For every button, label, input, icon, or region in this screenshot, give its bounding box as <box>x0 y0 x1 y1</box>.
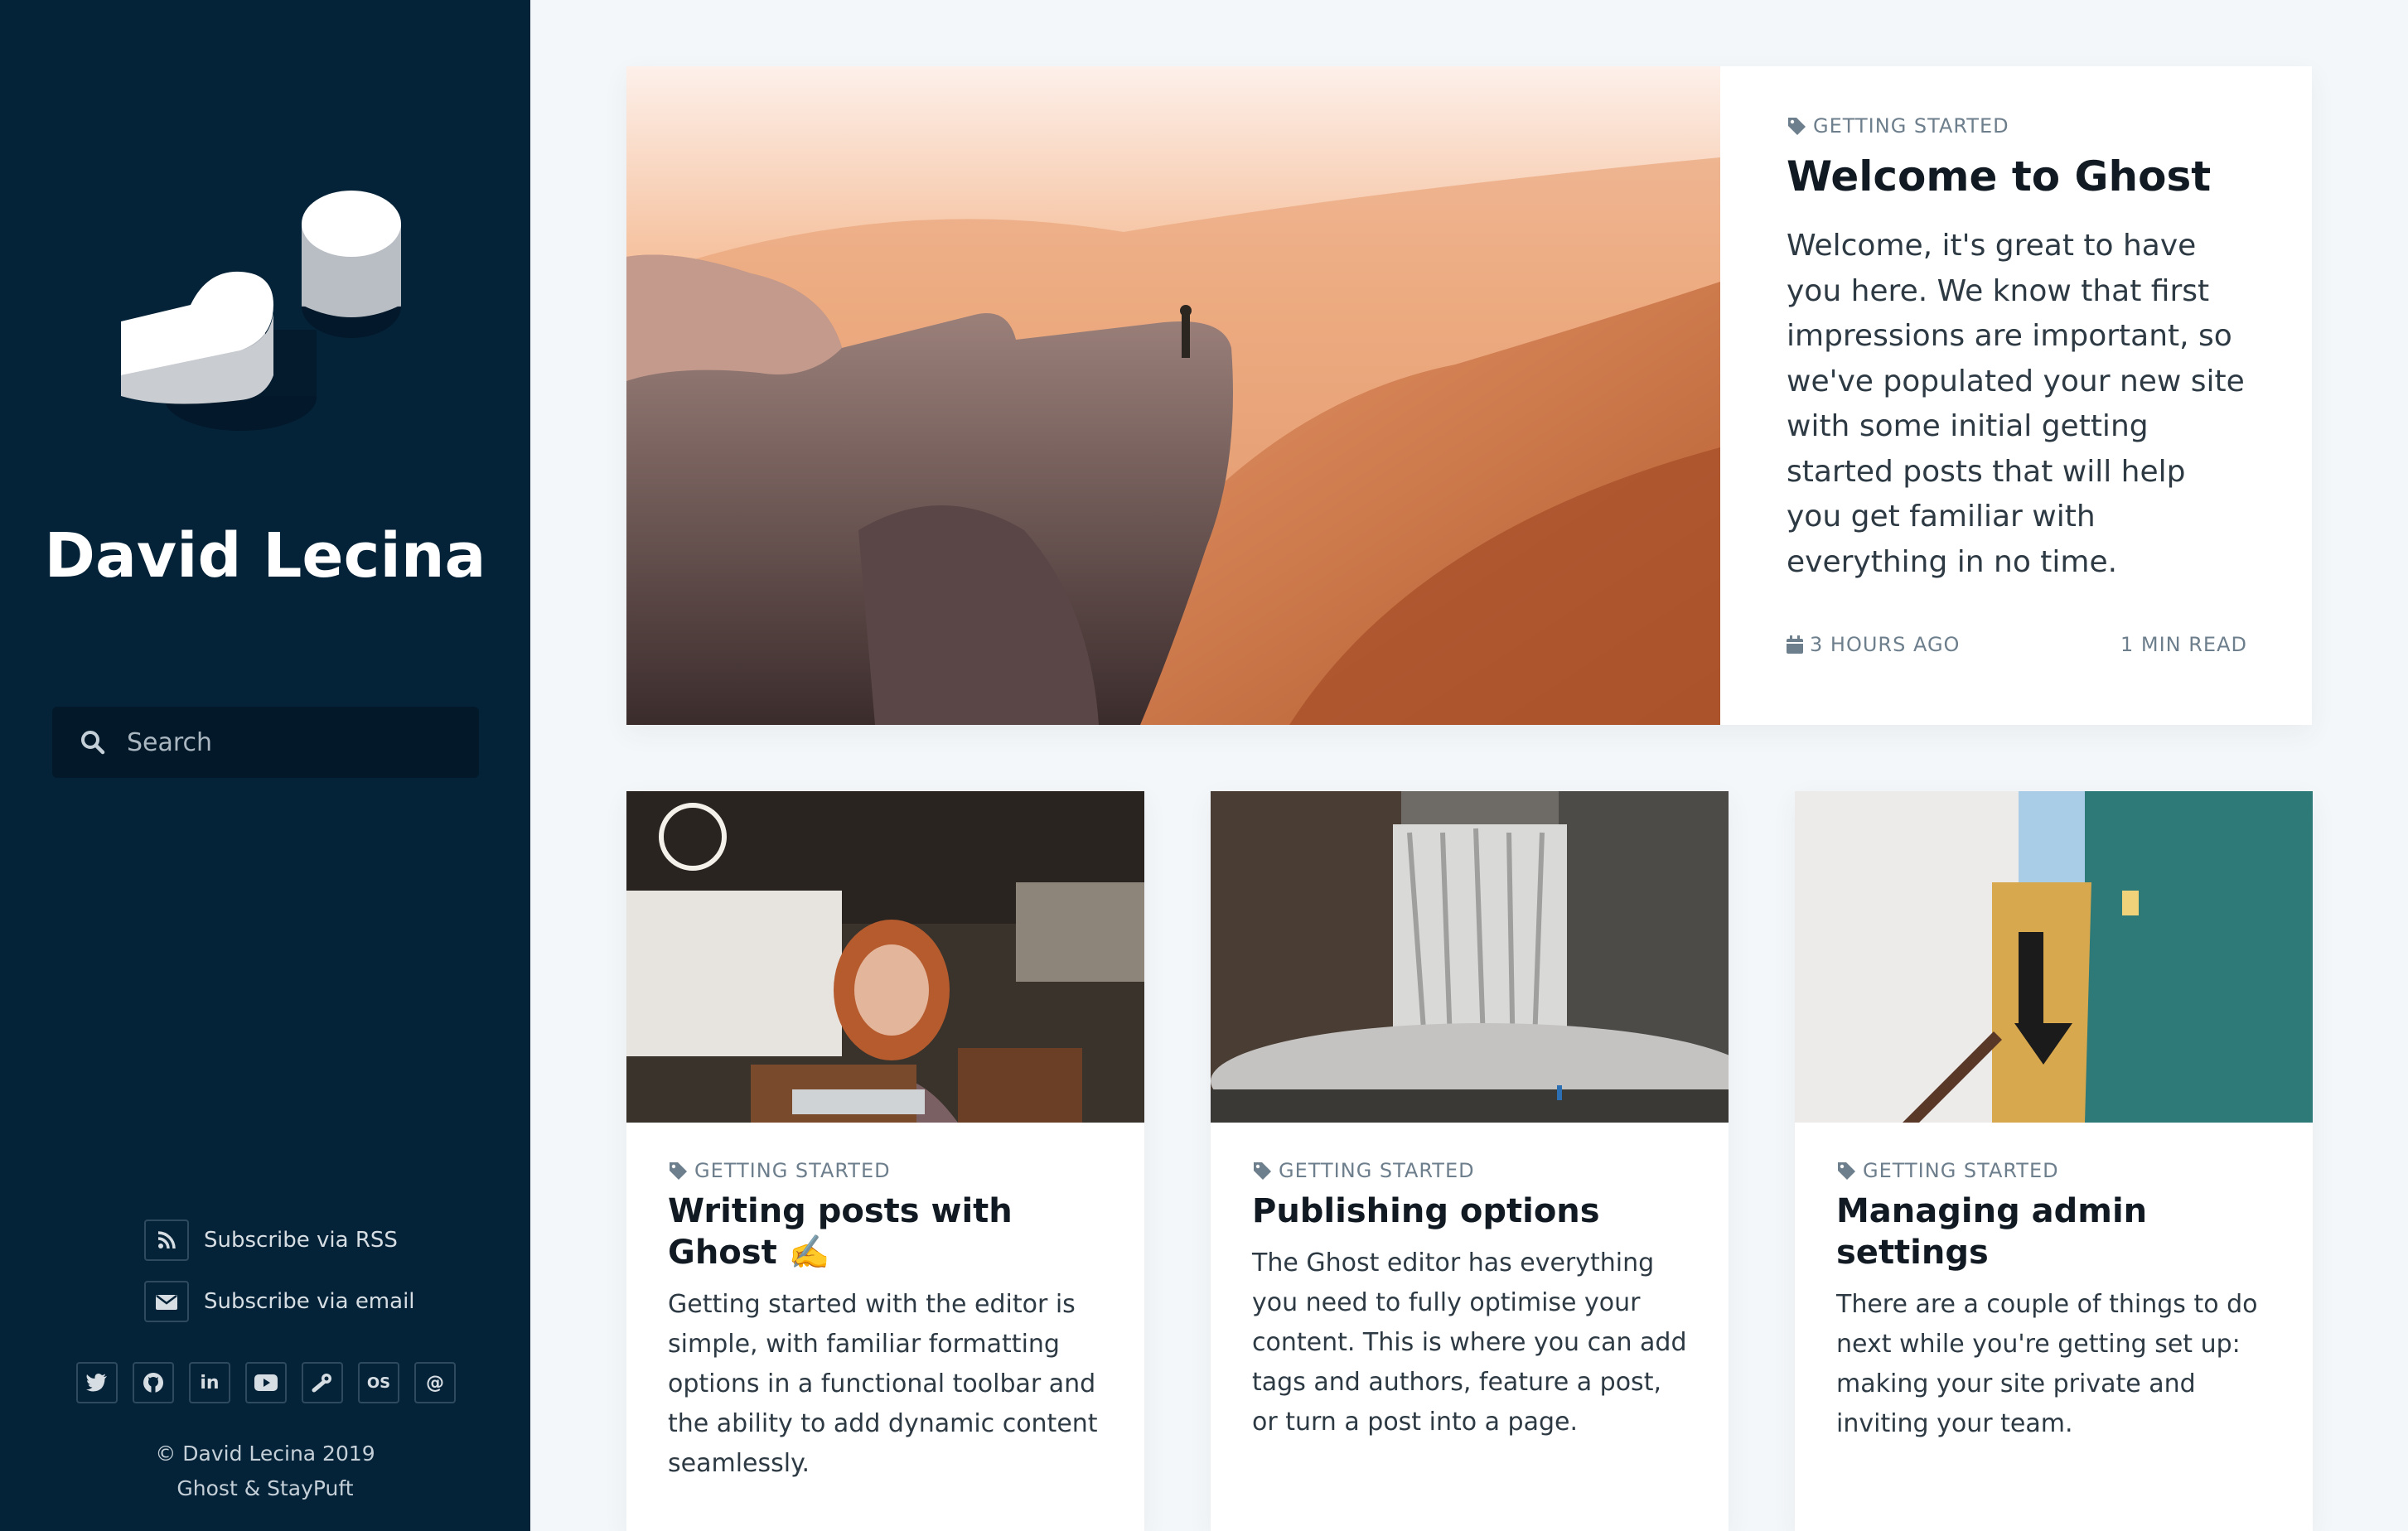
post-card-title[interactable]: Managing admin settings <box>1836 1191 2271 1273</box>
rss-icon <box>144 1219 189 1261</box>
youtube-link[interactable] <box>245 1362 287 1403</box>
twitter-icon <box>86 1374 107 1392</box>
post-card-image[interactable] <box>1795 791 2313 1123</box>
featured-post-title[interactable]: Welcome to Ghost <box>1787 152 2246 200</box>
subscribe-email-link[interactable]: Subscribe via email <box>144 1281 415 1322</box>
steam-icon <box>312 1374 331 1393</box>
tag-icon <box>1838 1162 1855 1180</box>
github-link[interactable] <box>133 1362 174 1403</box>
post-tag[interactable]: GETTING STARTED <box>1836 1159 2271 1182</box>
search-icon <box>81 731 105 755</box>
post-tag-label: GETTING STARTED <box>1813 114 2009 138</box>
search-input[interactable] <box>127 707 479 778</box>
footer-copyright: © David Lecina 2019 <box>155 1442 375 1466</box>
post-tag[interactable]: GETTING STARTED <box>1252 1159 1687 1182</box>
lastfm-link[interactable]: OS <box>358 1362 399 1403</box>
at-icon: @ <box>426 1372 444 1393</box>
lastfm-icon: OS <box>366 1374 391 1392</box>
post-tag[interactable]: GETTING STARTED <box>668 1159 1103 1182</box>
post-card-excerpt: Getting started with the editor is simpl… <box>668 1290 1098 1478</box>
youtube-icon <box>254 1374 278 1391</box>
featured-post-excerpt: Welcome, it's great to have you here. We… <box>1787 229 2245 579</box>
post-tag-label: GETTING STARTED <box>694 1159 891 1182</box>
post-card-excerpt: The Ghost editor has everything you need… <box>1252 1248 1687 1437</box>
tag-icon <box>1254 1162 1271 1180</box>
featured-post-image[interactable] <box>626 66 1720 725</box>
github-icon <box>143 1373 163 1393</box>
email-icon <box>144 1281 189 1322</box>
tag-icon <box>670 1162 687 1180</box>
search-box[interactable] <box>52 707 479 778</box>
email-at-link[interactable]: @ <box>414 1362 456 1403</box>
post-read-time: 1 MIN READ <box>2120 633 2247 656</box>
featured-post-meta: 3 HOURS AGO 1 MIN READ <box>1787 633 2247 656</box>
post-tag-label: GETTING STARTED <box>1279 1159 1475 1182</box>
twitter-link[interactable] <box>76 1362 118 1403</box>
post-tag[interactable]: GETTING STARTED <box>1787 114 2246 138</box>
tag-icon <box>1788 118 1806 135</box>
site-title[interactable]: David Lecina <box>0 520 530 592</box>
site-logo[interactable] <box>116 181 414 462</box>
post-card[interactable]: GETTING STARTED Managing admin settings … <box>1795 791 2313 1531</box>
post-card-image[interactable] <box>1211 791 1729 1123</box>
social-links: in OS @ <box>76 1362 456 1403</box>
featured-post-card[interactable]: GETTING STARTED Welcome to Ghost Welcome… <box>626 66 2312 725</box>
calendar-icon <box>1787 635 1803 654</box>
post-card-excerpt: There are a couple of things to do next … <box>1836 1290 2258 1438</box>
post-card[interactable]: GETTING STARTED Publishing options The G… <box>1211 791 1729 1531</box>
sidebar: David Lecina Subscribe via RSS Subscribe… <box>0 0 530 1531</box>
post-date: 3 HOURS AGO <box>1810 633 1961 656</box>
linkedin-link[interactable]: in <box>189 1362 230 1403</box>
subscribe-rss-link[interactable]: Subscribe via RSS <box>144 1219 398 1261</box>
featured-post-content: GETTING STARTED Welcome to Ghost Welcome… <box>1720 66 2312 725</box>
steam-link[interactable] <box>302 1362 343 1403</box>
footer-credit[interactable]: Ghost & StayPuft <box>0 1476 530 1500</box>
subscribe-rss-label: Subscribe via RSS <box>204 1228 398 1253</box>
post-card-image[interactable] <box>626 791 1144 1123</box>
post-card-title[interactable]: Publishing options <box>1252 1191 1687 1232</box>
post-tag-label: GETTING STARTED <box>1863 1159 2059 1182</box>
subscribe-email-label: Subscribe via email <box>204 1289 415 1314</box>
post-card[interactable]: GETTING STARTED Writing posts with Ghost… <box>626 791 1144 1531</box>
post-card-title[interactable]: Writing posts with Ghost ✍️ <box>668 1191 1103 1273</box>
linkedin-icon: in <box>200 1372 220 1393</box>
